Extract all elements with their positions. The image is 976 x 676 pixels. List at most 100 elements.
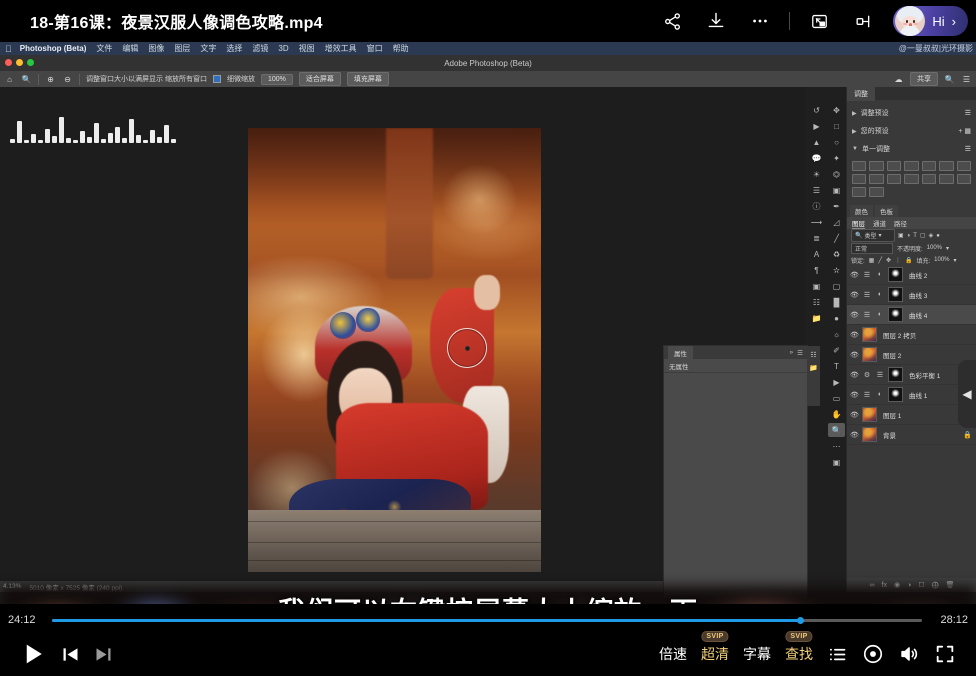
layer-filter-type-select[interactable]: 🔍 类型 ▾ (851, 229, 895, 242)
history-icon[interactable]: ↺ (808, 103, 825, 117)
filter-smart-icon[interactable]: ◈ (929, 232, 934, 239)
table-row[interactable]: 👁 图层 1 (847, 405, 976, 425)
tab-color[interactable]: 颜色 (850, 205, 873, 217)
user-profile-button[interactable]: Hi › (893, 6, 968, 36)
add-preset-icon[interactable]: + (958, 128, 962, 135)
brush-tool-icon[interactable]: ╱ (828, 231, 845, 245)
layer-mask-thumbnail[interactable] (888, 367, 903, 382)
scrubby-zoom-checkbox[interactable] (213, 75, 221, 83)
tab-swatches[interactable]: 色板 (875, 205, 898, 217)
more-tools-icon[interactable]: ⋯ (828, 439, 845, 453)
search-icon[interactable]: 🔍 (944, 74, 955, 85)
home-icon[interactable]: ⌂ (4, 74, 15, 85)
tools-column-right[interactable]: ✥ □ ○ ✦ ⏣ ▣ ✒ ◿ ╱ ♻ ✫ ▢ █ ● ☼ ✐ T ▶ ▭ ✋ (826, 103, 847, 469)
layer-thumbnail[interactable] (862, 347, 877, 362)
eye-icon[interactable]: 👁 (850, 351, 859, 359)
opacity-value[interactable]: 100% (927, 245, 942, 251)
layer-thumbnail[interactable] (862, 407, 877, 422)
lock-all-icon[interactable]: 🔒 (905, 257, 912, 264)
tab-paths[interactable]: 路径 (894, 218, 907, 228)
share-icon[interactable] (650, 0, 694, 42)
posterize-icon[interactable] (939, 174, 953, 184)
play-action-icon[interactable]: ▶ (808, 119, 825, 133)
hue-saturation-icon[interactable] (939, 161, 953, 171)
quick-select-tool-icon[interactable]: ✦ (828, 151, 845, 165)
gradient-tool-icon[interactable]: █ (828, 295, 845, 309)
menu-help[interactable]: 帮助 (393, 43, 409, 54)
lock-position-icon[interactable]: ✥ (886, 257, 891, 264)
properties-icon[interactable]: ☷ (810, 351, 816, 359)
eye-icon[interactable]: 👁 (850, 291, 859, 299)
layer-thumbnail[interactable] (862, 327, 877, 342)
share-document-button[interactable]: 共享 (910, 72, 938, 86)
next-button[interactable] (93, 644, 114, 665)
zoom-out-icon[interactable]: ⊖ (62, 74, 73, 85)
menu-plugins[interactable]: 增效工具 (325, 43, 357, 54)
exposure-icon[interactable] (904, 161, 918, 171)
panel-expand-handle[interactable]: ◀ (958, 360, 976, 428)
table-row[interactable]: 👁 ☰ ◐ 曲线 2 (847, 265, 976, 285)
cast-icon[interactable] (841, 0, 885, 42)
layer-mask-thumbnail[interactable] (888, 267, 903, 282)
section-your-presets[interactable]: ▶ 您的预设 + ▦ (852, 122, 971, 140)
menu-type[interactable]: 文字 (200, 43, 216, 54)
blend-mode-select[interactable]: 正常 (851, 243, 893, 254)
quality-button[interactable]: SVIP 超清 (701, 644, 729, 664)
tab-adjustments[interactable]: 调整 (847, 87, 875, 101)
adjustments-icon[interactable]: ☀ (808, 167, 825, 181)
blend-mode-row[interactable]: 正常 不透明度: 100% ▾ (847, 242, 976, 254)
settings-icon[interactable] (862, 643, 884, 665)
video-viewport[interactable]:  Photoshop (Beta) 文件 编辑 图像 图层 文字 选择 滤镜 … (0, 42, 976, 604)
levels-icon[interactable] (869, 161, 883, 171)
clone-stamp-tool-icon[interactable]: ♻ (828, 247, 845, 261)
color-balance-icon[interactable] (957, 161, 971, 171)
vibrance-icon[interactable] (922, 161, 936, 171)
fit-screen-button[interactable]: 适合屏幕 (299, 72, 341, 86)
fullscreen-icon[interactable] (934, 643, 956, 665)
dodge-tool-icon[interactable]: ☼ (828, 327, 845, 341)
selective-color-icon[interactable] (869, 187, 883, 197)
layers-panel-tabs[interactable]: 图层 通道 路径 (847, 217, 976, 229)
info-icon[interactable]: ⓘ (808, 199, 825, 213)
adjustment-icons-grid[interactable] (852, 161, 971, 197)
gradient-map-icon[interactable] (852, 187, 866, 197)
zoom-in-icon[interactable]: ⊕ (45, 74, 56, 85)
tools-column-left[interactable]: ↺ ▶ ▲ 💬 ☀ ☰ ⓘ ⟶ ≣ A ¶ ▣ ☷ 📁 (806, 103, 827, 325)
properties-floating-panel[interactable]: 属性 » ☰ 无属性 ☷ 📁 (663, 345, 808, 597)
fill-value[interactable]: 100% (934, 257, 949, 263)
libraries-icon[interactable]: 📁 (809, 364, 818, 372)
eye-icon[interactable]: 👁 (850, 331, 859, 339)
invert-icon[interactable] (922, 174, 936, 184)
color-swatches-tabs[interactable]: 颜色 色板 (847, 205, 976, 217)
section-adjustment-presets[interactable]: ▶ 调整预设 ☰ (852, 104, 971, 122)
table-row[interactable]: 👁 ⚙ ☰ 色彩平衡 1 (847, 365, 976, 385)
table-row[interactable]: 👁 ☰ ◐ 曲线 4 (847, 305, 976, 325)
previous-button[interactable] (60, 644, 81, 665)
eye-icon[interactable]: 👁 (850, 431, 859, 439)
menu-3d[interactable]: 3D (278, 44, 288, 53)
brightness-contrast-icon[interactable] (852, 161, 866, 171)
workspace-icon[interactable]: ☰ (961, 74, 972, 85)
frame-tool-icon[interactable]: ▣ (828, 183, 845, 197)
character-icon[interactable]: A (808, 247, 825, 261)
lock-nesting-icon[interactable]: ⋮ (895, 257, 901, 264)
pen-tool-icon[interactable]: ✐ (828, 343, 845, 357)
history-brush-tool-icon[interactable]: ✫ (828, 263, 845, 277)
actions-icon[interactable]: ▣ (808, 279, 825, 293)
zoom-tool-icon[interactable]: 🔍 (21, 74, 32, 85)
hand-tool-icon[interactable]: ✋ (828, 407, 845, 421)
channel-mixer-icon[interactable] (887, 174, 901, 184)
properties-side-icons[interactable]: ☷ 📁 (807, 346, 820, 406)
collapse-icon[interactable]: » (790, 349, 794, 357)
table-row[interactable]: 👁 图层 2 拷贝 (847, 325, 976, 345)
sliders-icon[interactable]: ≣ (808, 231, 825, 245)
volume-icon[interactable] (898, 643, 920, 665)
move-tool-icon[interactable]: ✥ (828, 103, 845, 117)
section-single-adjustments[interactable]: ▼ 单一调整 ☰ (852, 140, 971, 158)
filter-type-icon[interactable]: T (913, 233, 917, 239)
paragraph-icon[interactable]: ¶ (808, 263, 825, 277)
more-icon[interactable] (738, 0, 782, 42)
zoom-tool-selected-icon[interactable]: 🔍 (828, 423, 845, 437)
properties-panel-header[interactable]: 属性 » ☰ (664, 346, 807, 359)
eyedropper-tool-icon[interactable]: ✒ (828, 199, 845, 213)
